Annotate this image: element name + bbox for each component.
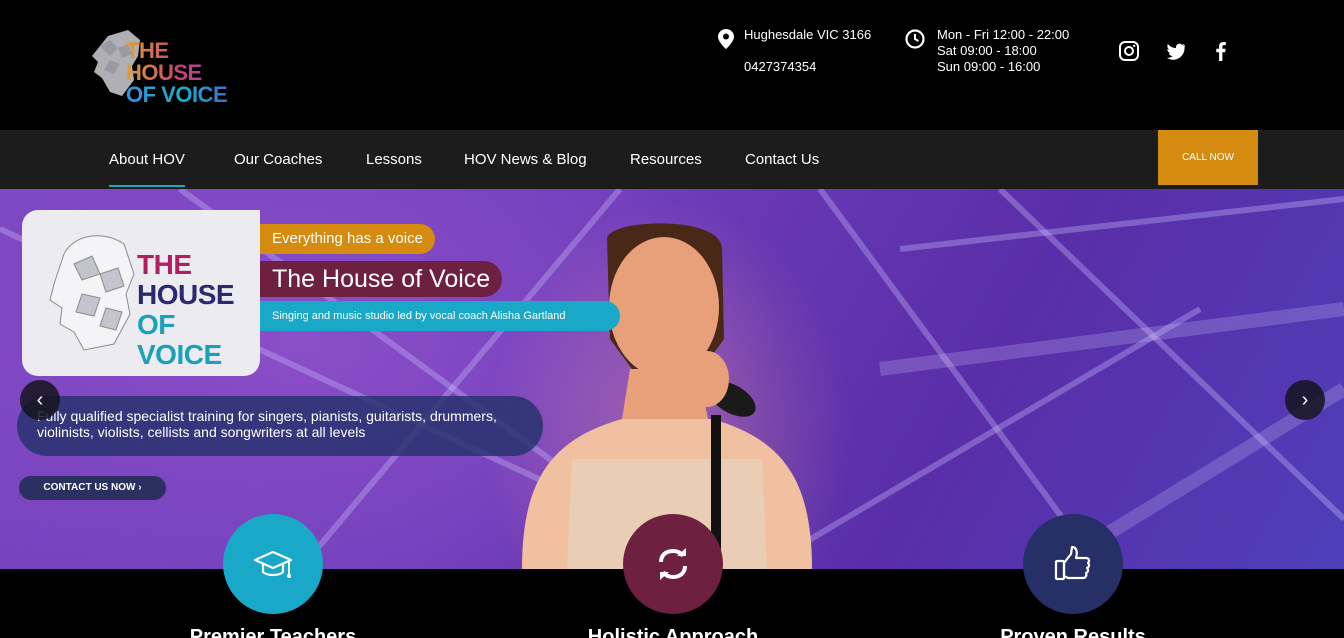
- hero-logo-line-3: OF: [137, 309, 175, 340]
- feature-premier-teachers-title: Premier Teachers: [189, 626, 357, 638]
- nav-contact-us[interactable]: Contact Us: [745, 130, 819, 189]
- facebook-icon[interactable]: [1210, 40, 1232, 62]
- logo-wordmark: THE HOUSE OF VOICE: [126, 40, 238, 106]
- hours-sunday: Sun 09:00 - 16:00: [937, 59, 1041, 74]
- hero-logo-line-2: HOUSE: [137, 279, 235, 310]
- slider-next-button[interactable]: ›: [1285, 380, 1325, 420]
- hours-weekday: Mon - Fri 12:00 - 22:00: [937, 27, 1070, 42]
- face-sculpture-icon: [49, 235, 135, 351]
- hours-saturday: Sat 09:00 - 18:00: [937, 43, 1037, 58]
- feature-holistic-approach-title: Holistic Approach: [587, 626, 759, 638]
- graduation-cap-icon: [253, 550, 293, 578]
- feature-proven-results-title: Proven Results: [1000, 626, 1146, 638]
- clock-icon: [905, 29, 925, 49]
- contact-us-now-label: CONTACT US NOW: [43, 482, 136, 493]
- slider-prev-button[interactable]: ‹: [20, 380, 60, 420]
- top-header: THE HOUSE OF VOICE Hughesdale VIC 3166 0…: [0, 0, 1344, 130]
- phone-link[interactable]: 0427374354: [744, 59, 816, 74]
- logo-line-1: THE HOUSE: [126, 40, 238, 84]
- thumbs-up-icon: [1054, 545, 1091, 581]
- address-text: Hughesdale VIC 3166: [744, 27, 872, 42]
- nav-lessons[interactable]: Lessons: [366, 130, 422, 189]
- hero-tagline: Everything has a voice: [260, 224, 435, 254]
- contact-us-now-button[interactable]: CONTACT US NOW ›: [19, 476, 166, 500]
- chevron-right-icon: ›: [135, 482, 142, 493]
- hero-description: Fully qualified specialist training for …: [17, 396, 543, 456]
- hero-title: The House of Voice: [260, 261, 503, 297]
- instagram-icon[interactable]: [1118, 40, 1140, 62]
- feature-proven-results-badge: [1023, 514, 1123, 614]
- hero-slider: THE HOUSE OF VOICE Everything has a voic…: [0, 189, 1344, 569]
- nav-news-blog[interactable]: HOV News & Blog: [464, 130, 587, 189]
- twitter-icon[interactable]: [1164, 40, 1186, 62]
- hero-logo-wordmark: THE HOUSE OF VOICE: [137, 249, 235, 370]
- feature-holistic-approach-badge: [623, 514, 723, 614]
- opening-hours: Mon - Fri 12:00 - 22:00 Sat 09:00 - 18:0…: [937, 27, 1069, 75]
- hero-logo-line-1: THE: [137, 249, 192, 280]
- nav-about-hov[interactable]: About HOV: [109, 130, 185, 189]
- nav-resources[interactable]: Resources: [630, 130, 702, 189]
- map-pin-icon: [718, 29, 734, 49]
- logo-line-2: OF VOICE: [126, 84, 238, 106]
- site-logo[interactable]: THE HOUSE OF VOICE: [88, 26, 238, 106]
- nav-our-coaches[interactable]: Our Coaches: [234, 130, 322, 189]
- call-now-button[interactable]: CALL NOW: [1158, 130, 1258, 185]
- hero-subtitle: Singing and music studio led by vocal co…: [260, 301, 620, 331]
- feature-premier-teachers-badge: [223, 514, 323, 614]
- hero-logo-card: THE HOUSE OF VOICE: [22, 210, 260, 376]
- hero-logo-line-4: VOICE: [137, 339, 222, 370]
- refresh-icon: [659, 548, 687, 580]
- main-nav: About HOV Our Coaches Lessons HOV News &…: [0, 130, 1344, 189]
